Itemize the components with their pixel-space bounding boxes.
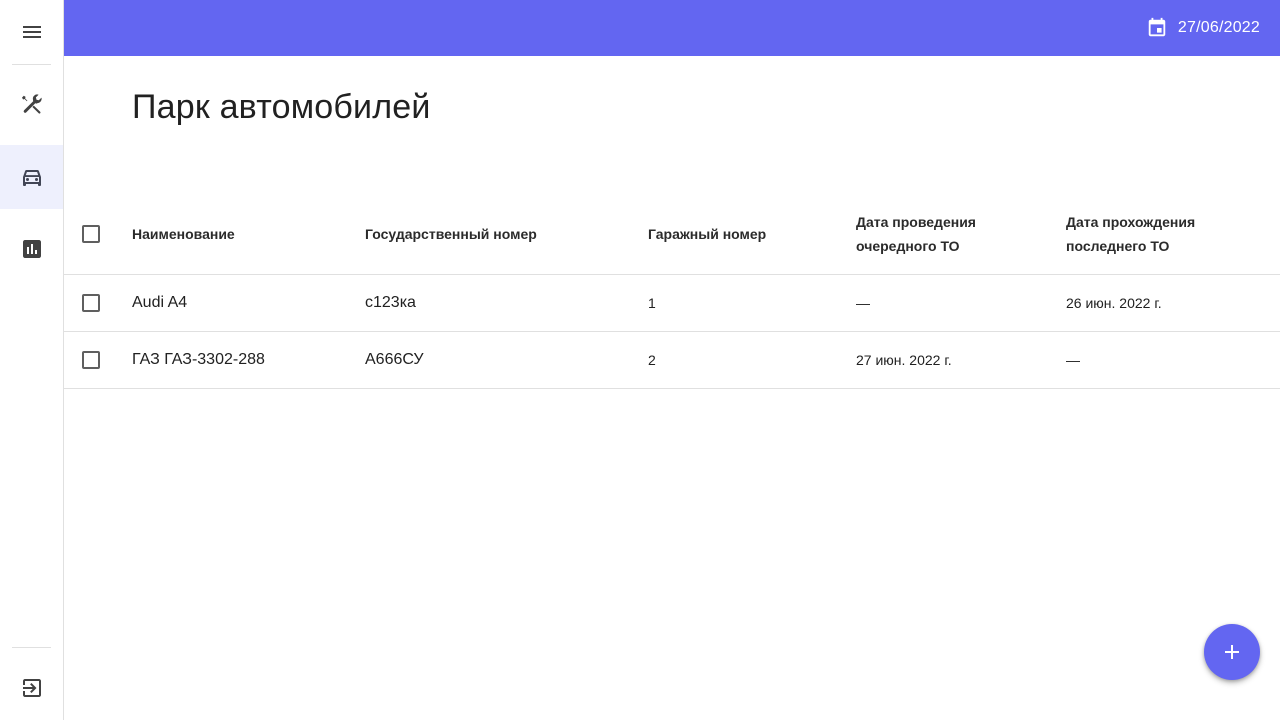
sidebar [0, 0, 64, 720]
bar-chart-icon [22, 240, 41, 258]
cell-garage-number: 2 [648, 352, 656, 368]
plus-icon [1225, 645, 1239, 659]
cell-gov-number: А666СУ [365, 351, 424, 368]
sidebar-item-tools[interactable] [0, 73, 63, 137]
sidebar-divider-top [12, 64, 51, 65]
cell-next-to: 27 июн. 2022 г. [856, 352, 952, 368]
menu-button[interactable] [0, 0, 63, 64]
cell-gov-number: с123ка [365, 294, 416, 311]
row-checkbox[interactable] [82, 351, 100, 369]
table-row[interactable]: ГАЗ ГАЗ-3302-288 А666СУ 2 27 июн. 2022 г… [64, 332, 1280, 389]
column-header-name[interactable]: Наименование [132, 194, 352, 274]
row-checkbox-cell [82, 332, 102, 388]
cell-name: Audi A4 [132, 294, 188, 311]
menu-icon [22, 26, 41, 38]
select-all-cell [82, 194, 102, 274]
column-header-garage-number[interactable]: Гаражный номер [648, 194, 848, 274]
table-header-row: Наименование Государственный номер Гараж… [64, 194, 1280, 275]
sidebar-item-cars[interactable] [0, 145, 63, 209]
cell-last-to: — [1066, 352, 1080, 368]
top-bar: 27/06/2022 [64, 0, 1280, 56]
date-picker-button[interactable]: 27/06/2022 [1146, 17, 1260, 39]
tools-icon [21, 94, 42, 114]
table-row[interactable]: Audi A4 с123ка 1 — 26 июн. 2022 г. [64, 275, 1280, 332]
calendar-icon [1148, 17, 1166, 37]
cell-last-to: 26 июн. 2022 г. [1066, 295, 1162, 311]
column-header-next-to[interactable]: Дата проведения очередного ТО [856, 194, 1056, 274]
cell-garage-number: 1 [648, 295, 656, 311]
cell-name: ГАЗ ГАЗ-3302-288 [132, 351, 265, 368]
cell-next-to: — [856, 295, 870, 311]
row-checkbox-cell [82, 275, 102, 331]
sidebar-divider-bottom [12, 647, 51, 648]
logout-button[interactable] [0, 656, 63, 720]
column-header-next-to-line2: очередного ТО [856, 238, 960, 254]
select-all-checkbox[interactable] [82, 225, 100, 243]
row-checkbox[interactable] [82, 294, 100, 312]
page-title: Парк автомобилей [132, 88, 431, 126]
car-icon [22, 170, 41, 186]
sidebar-item-reports[interactable] [0, 217, 63, 281]
current-date: 27/06/2022 [1177, 19, 1260, 36]
logout-icon [22, 679, 41, 697]
column-header-next-to-line1: Дата проведения [856, 214, 976, 230]
add-vehicle-button[interactable] [1204, 624, 1260, 680]
column-header-gov-number[interactable]: Государственный номер [365, 194, 635, 274]
column-header-last-to-line1: Дата прохождения [1066, 214, 1196, 230]
vehicles-table: Наименование Государственный номер Гараж… [64, 194, 1280, 389]
column-header-last-to[interactable]: Дата прохождения последнего ТО [1066, 194, 1266, 274]
column-header-last-to-line2: последнего ТО [1066, 238, 1170, 254]
app-root: 27/06/2022 Парк автомобилей Наименование… [0, 0, 1280, 720]
